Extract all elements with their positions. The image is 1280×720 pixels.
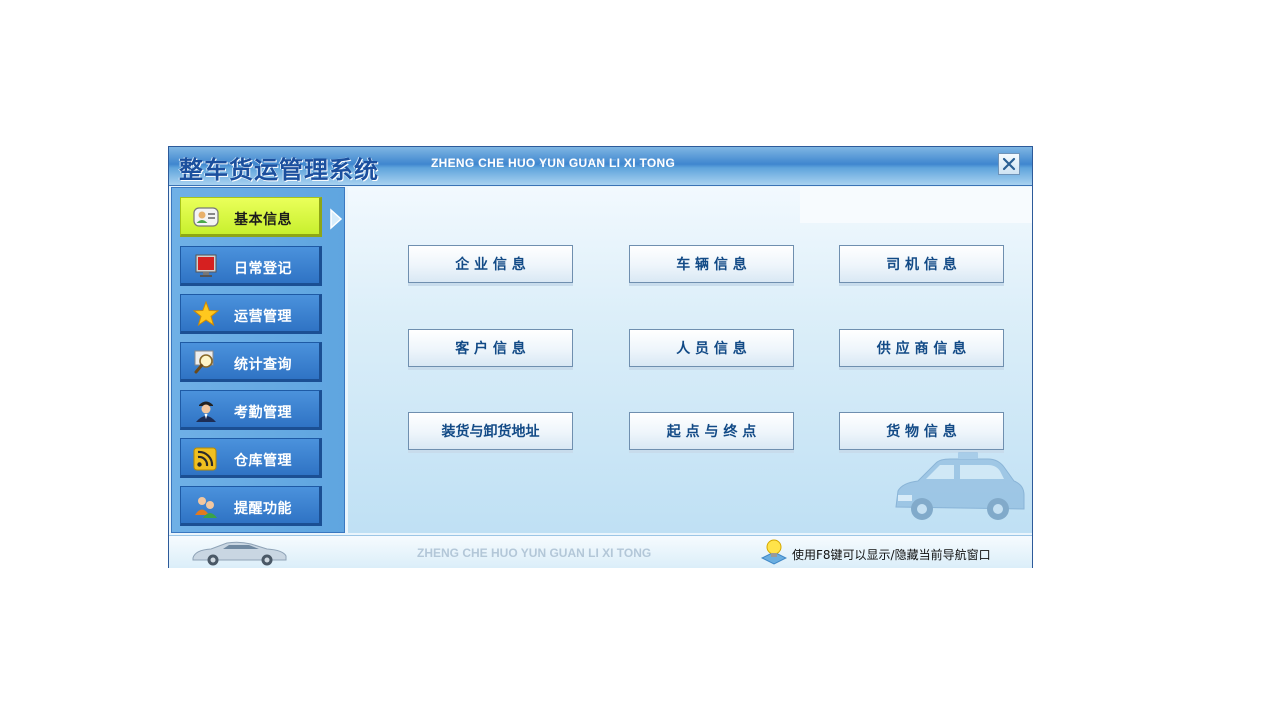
button-label: 装货与卸货地址 bbox=[441, 424, 540, 440]
vehicle-info-button[interactable]: 车 辆 信 息 bbox=[629, 245, 794, 283]
status-brand-text: ZHENG CHE HUO YUN GUAN LI XI TONG bbox=[417, 546, 652, 560]
nav-item-warehouse[interactable]: 仓库管理 bbox=[180, 438, 322, 478]
close-icon bbox=[1002, 157, 1016, 171]
sports-car-icon bbox=[192, 541, 287, 566]
nav-label: 统计查询 bbox=[234, 357, 292, 373]
nav-item-statistics-query[interactable]: 统计查询 bbox=[180, 342, 322, 382]
collapse-arrow-icon[interactable] bbox=[329, 208, 343, 230]
navigation-sidebar: 基本信息 日常登记 运营管理 统计查询 考勤管理 仓库管理 提醒功能 bbox=[171, 187, 345, 533]
staff-person-icon bbox=[196, 401, 216, 422]
nav-item-reminders[interactable]: 提醒功能 bbox=[180, 486, 322, 526]
supplier-info-button[interactable]: 供 应 商 信 息 bbox=[839, 329, 1004, 367]
button-label: 客 户 信 息 bbox=[455, 341, 526, 357]
users-group-icon bbox=[195, 497, 217, 518]
nav-item-attendance[interactable]: 考勤管理 bbox=[180, 390, 322, 430]
title-bar: 整车货运管理系统 ZHENG CHE HUO YUN GUAN LI XI TO… bbox=[169, 147, 1032, 186]
lightbulb-tip-icon bbox=[761, 539, 787, 565]
nav-label: 基本信息 bbox=[234, 212, 292, 228]
button-label: 起 点 与 终 点 bbox=[666, 424, 757, 440]
button-label: 车 辆 信 息 bbox=[676, 257, 747, 273]
main-panel: 企 业 信 息 车 辆 信 息 司 机 信 息 客 户 信 息 人 员 信 息 … bbox=[348, 187, 1032, 533]
nav-label: 提醒功能 bbox=[234, 501, 292, 517]
loading-unloading-address-button[interactable]: 装货与卸货地址 bbox=[408, 412, 573, 450]
monitor-icon bbox=[195, 254, 217, 277]
driver-info-button[interactable]: 司 机 信 息 bbox=[839, 245, 1004, 283]
button-label: 供 应 商 信 息 bbox=[876, 341, 967, 357]
rss-feed-icon bbox=[193, 447, 217, 471]
taxi-illustration-icon bbox=[895, 452, 1025, 520]
cargo-info-button[interactable]: 货 物 信 息 bbox=[839, 412, 1004, 450]
panel-highlight bbox=[800, 187, 1032, 223]
button-label: 司 机 信 息 bbox=[886, 257, 957, 273]
nav-label: 仓库管理 bbox=[234, 453, 292, 469]
nav-label: 考勤管理 bbox=[234, 405, 292, 421]
enterprise-info-button[interactable]: 企 业 信 息 bbox=[408, 245, 573, 283]
app-title: 整车货运管理系统 bbox=[179, 156, 379, 184]
nav-label: 日常登记 bbox=[234, 261, 292, 277]
nav-item-daily-registration[interactable]: 日常登记 bbox=[180, 246, 322, 286]
status-bar: ZHENG CHE HUO YUN GUAN LI XI TONG 使用F8键可… bbox=[169, 535, 1032, 568]
contact-card-icon bbox=[193, 207, 219, 227]
button-label: 企 业 信 息 bbox=[455, 257, 526, 273]
close-button[interactable] bbox=[998, 153, 1020, 175]
button-label: 货 物 信 息 bbox=[886, 424, 957, 440]
button-label: 人 员 信 息 bbox=[676, 341, 747, 357]
star-icon bbox=[193, 301, 219, 327]
staff-info-button[interactable]: 人 员 信 息 bbox=[629, 329, 794, 367]
magnifier-icon bbox=[194, 350, 214, 374]
shortcut-tip-text: 使用F8键可以显示/隐藏当前导航窗口 bbox=[792, 548, 991, 562]
nav-item-operations[interactable]: 运营管理 bbox=[180, 294, 322, 334]
app-window: 整车货运管理系统 ZHENG CHE HUO YUN GUAN LI XI TO… bbox=[168, 146, 1033, 568]
nav-label: 运营管理 bbox=[234, 309, 292, 325]
customer-info-button[interactable]: 客 户 信 息 bbox=[408, 329, 573, 367]
app-title-en-reflection: ZHENG CHE HUO YUN GUAN LI XI TONG bbox=[431, 157, 676, 166]
origin-destination-button[interactable]: 起 点 与 终 点 bbox=[629, 412, 794, 450]
nav-item-basic-info[interactable]: 基本信息 bbox=[180, 197, 322, 237]
